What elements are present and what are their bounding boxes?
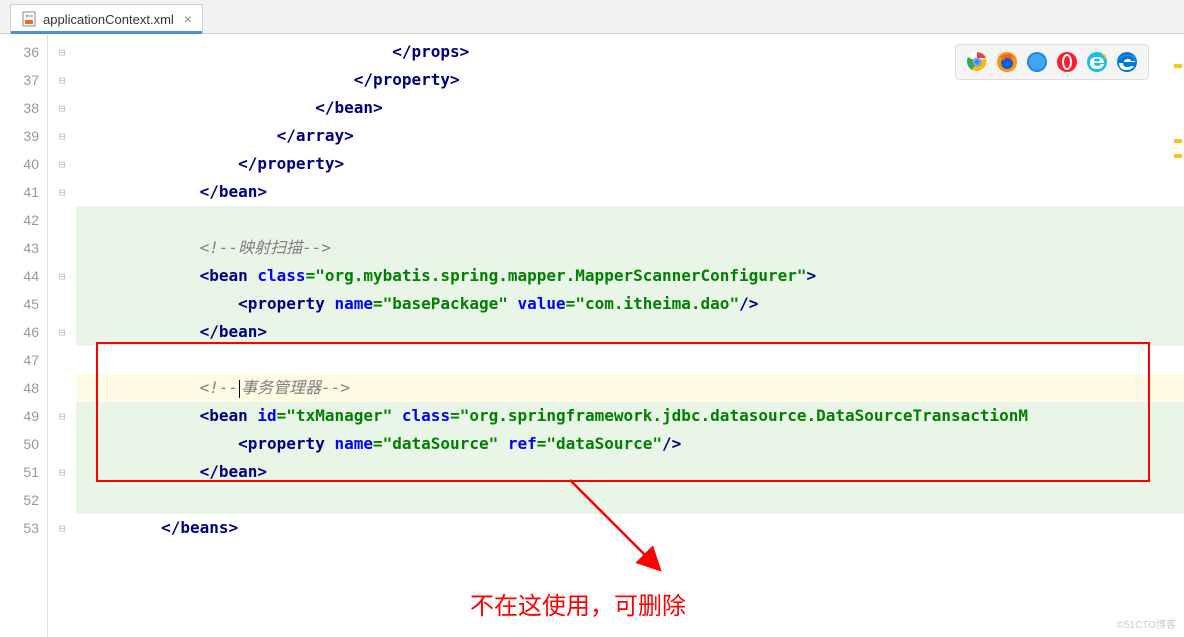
fold-marker[interactable]: ⊟ <box>48 178 76 206</box>
fold-marker[interactable]: ⊟ <box>48 262 76 290</box>
fold-marker[interactable]: ⊟ <box>48 318 76 346</box>
line-number: 45 <box>0 290 47 318</box>
line-number: 39 <box>0 122 47 150</box>
watermark: ©51CTO博客 <box>1117 616 1176 631</box>
fold-marker[interactable]: ⊟ <box>48 94 76 122</box>
fold-marker[interactable]: ⊟ <box>48 402 76 430</box>
line-number: 38 <box>0 94 47 122</box>
ie-icon[interactable] <box>1086 51 1108 73</box>
fold-marker <box>48 290 76 318</box>
line-number: 36 <box>0 38 47 66</box>
fold-marker <box>48 206 76 234</box>
line-number: 50 <box>0 430 47 458</box>
line-number: 42 <box>0 206 47 234</box>
code-line: <bean class="org.mybatis.spring.mapper.M… <box>76 262 1184 290</box>
code-line <box>76 346 1184 374</box>
tab-bar: applicationContext.xml × <box>0 0 1184 34</box>
annotation-text: 不在这使用，可删除 <box>470 586 686 621</box>
code-area[interactable]: </props> </property> </bean> </array> </… <box>76 34 1184 637</box>
fold-gutter: ⊟⊟⊟⊟⊟⊟⊟⊟⊟⊟⊟ <box>48 34 76 637</box>
code-line: </bean> <box>76 94 1184 122</box>
code-line: <property name="basePackage" value="com.… <box>76 290 1184 318</box>
fold-marker[interactable]: ⊟ <box>48 66 76 94</box>
fold-marker <box>48 486 76 514</box>
edge-icon[interactable] <box>1116 51 1138 73</box>
browser-icons-panel <box>955 44 1149 80</box>
fold-marker[interactable]: ⊟ <box>48 458 76 486</box>
fold-marker[interactable]: ⊟ <box>48 38 76 66</box>
line-number-gutter: 363738394041424344454647484950515253 <box>0 34 48 637</box>
code-line: </property> <box>76 150 1184 178</box>
editor: 363738394041424344454647484950515253 ⊟⊟⊟… <box>0 34 1184 637</box>
code-line: </array> <box>76 122 1184 150</box>
code-line: <bean id="txManager" class="org.springfr… <box>76 402 1184 430</box>
line-number: 53 <box>0 514 47 542</box>
opera-icon[interactable] <box>1056 51 1078 73</box>
code-line-current: <!--事务管理器--> <box>76 374 1184 402</box>
line-number: 49 <box>0 402 47 430</box>
file-tab[interactable]: applicationContext.xml × <box>10 4 203 33</box>
line-number: 40 <box>0 150 47 178</box>
warning-marker[interactable] <box>1174 139 1182 143</box>
firefox-icon[interactable] <box>996 51 1018 73</box>
fold-marker <box>48 430 76 458</box>
line-number: 43 <box>0 234 47 262</box>
code-line <box>76 486 1184 514</box>
marker-bar <box>1170 34 1182 637</box>
code-line: <property name="dataSource" ref="dataSou… <box>76 430 1184 458</box>
line-number: 47 <box>0 346 47 374</box>
warning-marker[interactable] <box>1174 64 1182 68</box>
code-line: </bean> <box>76 318 1184 346</box>
line-number: 41 <box>0 178 47 206</box>
fold-marker <box>48 346 76 374</box>
safari-icon[interactable] <box>1026 51 1048 73</box>
line-number: 44 <box>0 262 47 290</box>
code-line: <!--映射扫描--> <box>76 234 1184 262</box>
line-number: 51 <box>0 458 47 486</box>
code-line: </bean> <box>76 178 1184 206</box>
fold-marker[interactable]: ⊟ <box>48 514 76 542</box>
fold-marker[interactable]: ⊟ <box>48 122 76 150</box>
close-icon[interactable]: × <box>184 11 192 27</box>
line-number: 52 <box>0 486 47 514</box>
fold-marker[interactable]: ⊟ <box>48 150 76 178</box>
chrome-icon[interactable] <box>966 51 988 73</box>
fold-marker <box>48 234 76 262</box>
code-line <box>76 206 1184 234</box>
warning-marker[interactable] <box>1174 154 1182 158</box>
text-cursor <box>239 380 240 398</box>
tab-filename: applicationContext.xml <box>43 12 174 27</box>
code-line: </bean> <box>76 458 1184 486</box>
xml-file-icon <box>21 11 37 27</box>
line-number: 46 <box>0 318 47 346</box>
line-number: 37 <box>0 66 47 94</box>
code-line: </beans> <box>76 514 1184 542</box>
line-number: 48 <box>0 374 47 402</box>
fold-marker <box>48 374 76 402</box>
